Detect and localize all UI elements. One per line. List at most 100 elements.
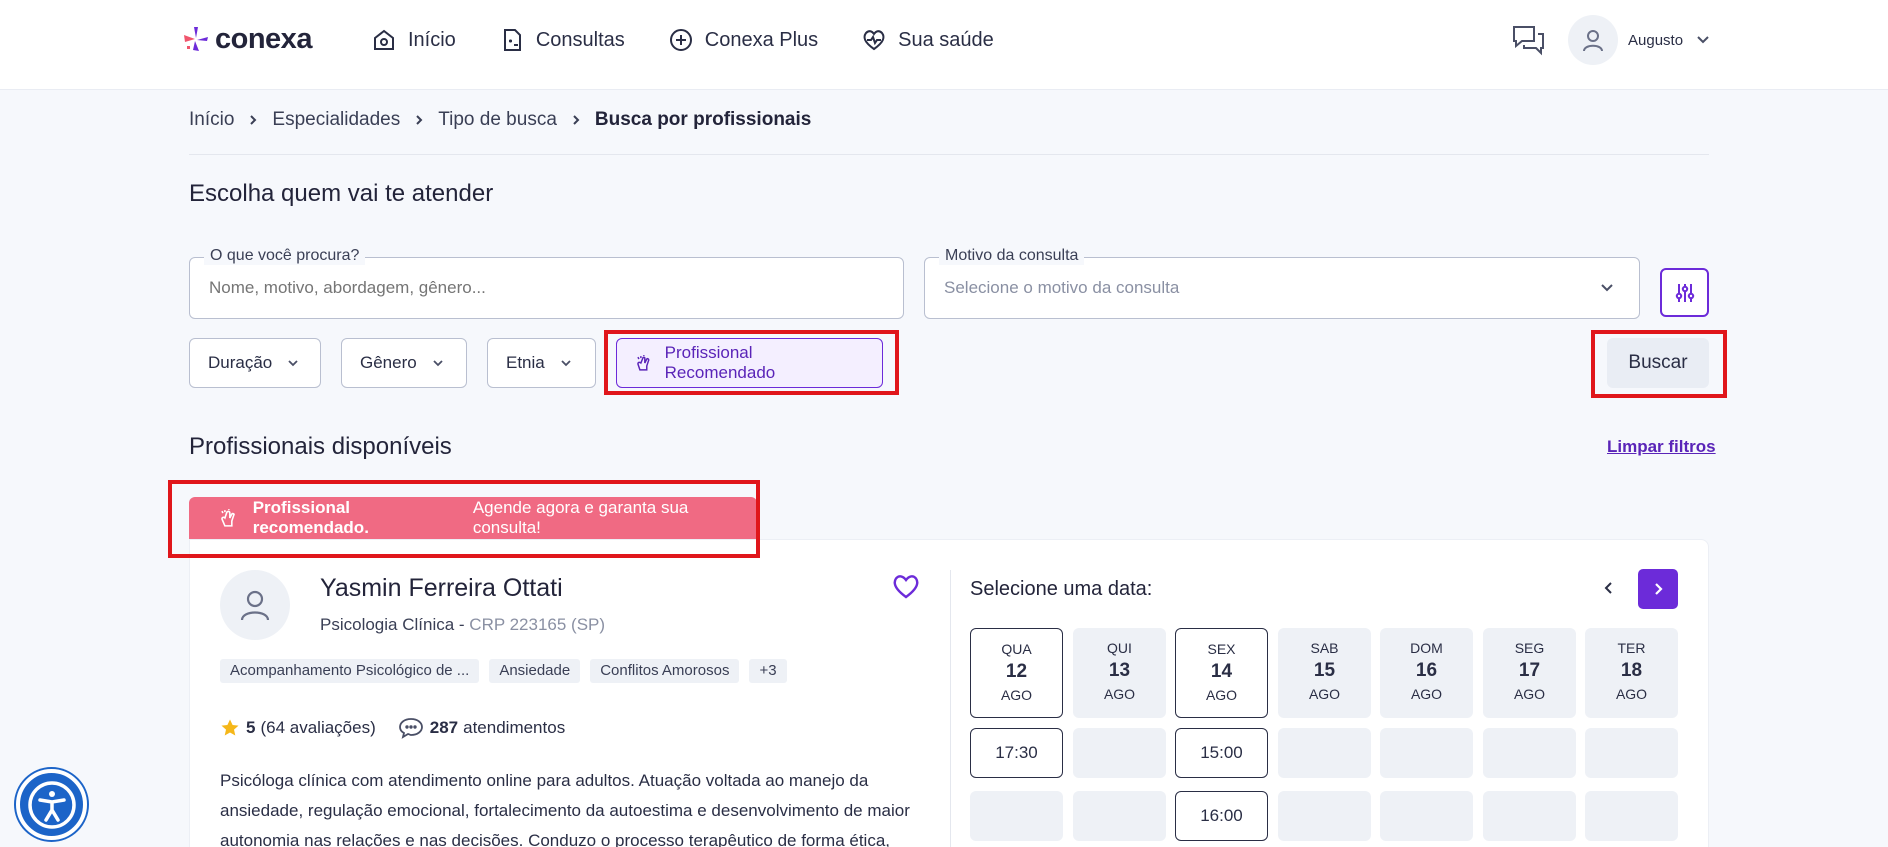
- time-slot-empty: [1585, 728, 1678, 778]
- user-avatar[interactable]: [1568, 15, 1618, 65]
- professional-crp: CRP 223165 (SP): [469, 615, 606, 634]
- time-slot[interactable]: 16:00: [1175, 791, 1268, 841]
- user-icon: [240, 590, 270, 621]
- date-day: 18: [1620, 660, 1643, 681]
- filter-ethnicity[interactable]: Etnia: [487, 338, 596, 388]
- professional-stats: 5 (64 avaliações) 287 atendimentos: [220, 716, 565, 740]
- date-option-15: SAB 15 AGO: [1278, 628, 1371, 718]
- professional-description: Psicóloga clínica com atendimento online…: [220, 771, 910, 847]
- filter-duration[interactable]: Duração: [189, 338, 321, 388]
- search-field[interactable]: O que você procura?: [189, 247, 904, 319]
- breadcrumb-item[interactable]: Especialidades: [272, 109, 400, 131]
- tag: Ansiedade: [489, 659, 581, 683]
- conexa-logo[interactable]: conexa: [181, 22, 312, 56]
- tag: Acompanhamento Psicológico de ...: [220, 659, 480, 683]
- date-picker-title: Selecione uma data:: [970, 578, 1153, 600]
- nav-item-consultas[interactable]: Consultas: [498, 26, 625, 54]
- time-slot-empty: [1278, 791, 1371, 841]
- appointments-label: atendimentos: [463, 718, 566, 737]
- breadcrumb-item[interactable]: Início: [189, 109, 234, 131]
- user-icon: [1583, 30, 1603, 52]
- conexa-logo-mark-icon: [184, 27, 208, 51]
- next-dates-button[interactable]: [1638, 569, 1678, 609]
- date-month: AGO: [1103, 686, 1136, 702]
- chevron-down-icon[interactable]: [1694, 31, 1712, 49]
- date-weekday: QUA: [1001, 641, 1032, 657]
- chevron-down-icon: [288, 360, 298, 367]
- nav-item-sua-saude[interactable]: Sua saúde: [860, 26, 994, 54]
- date-option-17: SEG 17 AGO: [1483, 628, 1576, 718]
- highlight-search-button: [1591, 330, 1727, 398]
- date-month: AGO: [1000, 687, 1033, 703]
- date-weekday: SAB: [1310, 640, 1339, 656]
- professional-card: Yasmin Ferreira Ottati Psicologia Clínic…: [189, 539, 1709, 847]
- favorite-heart-icon[interactable]: [890, 570, 922, 602]
- chevron-left-icon: [1604, 582, 1612, 594]
- professional-name[interactable]: Yasmin Ferreira Ottati: [320, 574, 563, 603]
- consultations-icon: [503, 29, 521, 51]
- chevron-right-icon: [573, 115, 580, 125]
- search-input[interactable]: [209, 278, 809, 298]
- reason-select-label: Motivo da consulta: [939, 247, 1085, 265]
- nav-item-label: Conexa Plus: [704, 28, 819, 51]
- date-month: AGO: [1410, 686, 1443, 702]
- highlight-recommended-banner: [168, 480, 760, 558]
- chat-icon[interactable]: [1510, 22, 1546, 58]
- breadcrumb-item[interactable]: Tipo de busca: [438, 109, 557, 131]
- tag-more[interactable]: +3: [749, 659, 787, 683]
- date-option-13: QUI 13 AGO: [1073, 628, 1166, 718]
- top-header: conexa Início Consultas Conexa Plus Sua …: [0, 0, 1888, 90]
- time-slot-empty: [1483, 728, 1576, 778]
- filter-label: Gênero: [360, 353, 417, 372]
- nav-item-label: Início: [408, 28, 456, 51]
- appointments-count: 287: [429, 718, 459, 737]
- date-day: 13: [1108, 660, 1131, 681]
- date-weekday: SEG: [1514, 640, 1545, 656]
- time-slot[interactable]: 15:00: [1175, 728, 1268, 778]
- reason-select[interactable]: Motivo da consulta Selecione o motivo da…: [924, 247, 1640, 319]
- date-month: AGO: [1308, 686, 1341, 702]
- home-icon: [374, 29, 394, 50]
- reason-select-placeholder: Selecione o motivo da consulta: [944, 278, 1180, 297]
- user-name[interactable]: Augusto: [1628, 32, 1683, 49]
- nav-item-label: Sua saúde: [898, 28, 994, 51]
- date-weekday: QUI: [1107, 640, 1132, 656]
- rating-reviews[interactable]: (64 avaliações): [260, 718, 375, 738]
- time-slot-empty: [1278, 728, 1371, 778]
- specialty-separator: -: [454, 615, 470, 634]
- time-slot-empty: [1380, 728, 1473, 778]
- date-day: 15: [1313, 660, 1336, 681]
- logo-text: conexa: [215, 22, 312, 55]
- accessibility-button[interactable]: [16, 769, 87, 840]
- nav-item-label: Consultas: [535, 28, 625, 51]
- search-field-label: O que você procura?: [204, 247, 366, 265]
- speech-bubble-icon: [398, 718, 423, 739]
- time-slot-empty: [1585, 791, 1678, 841]
- time-slot[interactable]: 17:30: [970, 728, 1063, 778]
- time-slot-empty: [1483, 791, 1576, 841]
- time-slot-empty: [1073, 728, 1166, 778]
- nav-item-conexa-plus[interactable]: Conexa Plus: [667, 26, 818, 54]
- rating-value: 5: [246, 718, 256, 737]
- clear-filters-link[interactable]: Limpar filtros: [1607, 437, 1716, 457]
- sliders-icon: [1675, 283, 1694, 302]
- time-slot-empty: [1380, 791, 1473, 841]
- date-option-12[interactable]: QUA 12 AGO: [970, 628, 1063, 718]
- time-slot-empty: [1073, 791, 1166, 841]
- chevron-right-icon: [250, 115, 257, 125]
- time-slot-empty: [970, 791, 1063, 841]
- page-title: Escolha quem vai te atender: [189, 180, 494, 207]
- filter-gender[interactable]: Gênero: [341, 338, 467, 388]
- nav-item-inicio[interactable]: Início: [370, 26, 456, 54]
- previous-dates-button[interactable]: [1590, 569, 1628, 607]
- heart-pulse-icon: [863, 30, 885, 51]
- accessibility-icon: [27, 780, 76, 829]
- date-weekday: TER: [1617, 640, 1646, 656]
- plus-circle-icon: [669, 29, 692, 51]
- chevron-right-icon: [1655, 583, 1663, 595]
- date-day: 17: [1518, 660, 1541, 681]
- tag: Conflitos Amorosos: [590, 659, 740, 683]
- filter-label: Duração: [208, 353, 273, 372]
- advanced-filters-button[interactable]: [1660, 268, 1709, 317]
- date-option-14[interactable]: SEX 14 AGO: [1175, 628, 1268, 718]
